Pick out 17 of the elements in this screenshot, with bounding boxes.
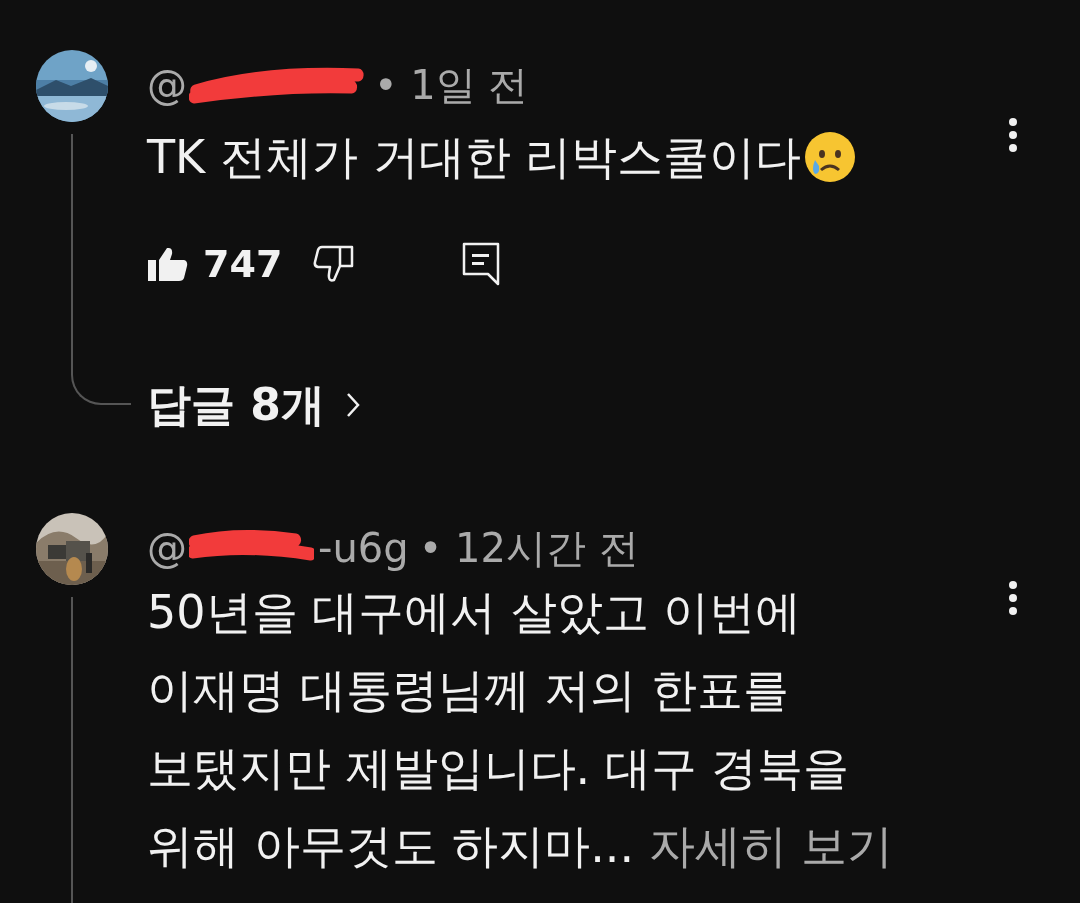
read-more-link[interactable]: 자세히 보기 xyxy=(648,819,894,873)
like-button[interactable]: 747 xyxy=(147,234,283,294)
more-options-icon[interactable] xyxy=(1008,117,1018,153)
comment-text: 50년을 대구에서 살았고 이번에 이재명 대통령님께 저의 한표를 보탰지만 제발입니다. 대구 경북을 위해 아무것도 하지마... 자세히 보기 xyxy=(147,584,894,875)
crying-face-icon xyxy=(803,130,858,184)
author-name[interactable]: -u6g xyxy=(318,525,409,571)
author-name[interactable]: @ xyxy=(147,525,187,571)
comment-icon xyxy=(462,242,501,286)
thumbs-up-icon xyxy=(147,246,189,282)
more-options-icon[interactable] xyxy=(1008,580,1018,616)
replies-button[interactable]: 답글 8개 xyxy=(147,375,361,435)
comment-time: • 1일 전 xyxy=(374,60,529,110)
comment-text: TK 전체가 거대한 리박스쿨이다 xyxy=(147,129,802,186)
author-name[interactable]: @ xyxy=(147,62,187,108)
comment-time: • 12시간 전 xyxy=(418,523,639,573)
thumbs-down-icon xyxy=(312,244,355,284)
chevron-right-icon xyxy=(344,391,361,419)
